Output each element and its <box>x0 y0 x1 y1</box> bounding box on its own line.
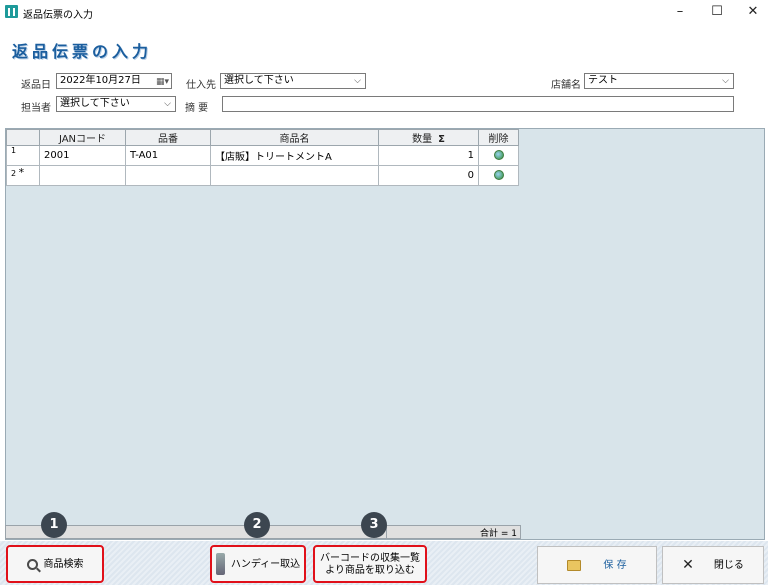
staff-value: 選択して下さい <box>60 98 130 109</box>
step-badge-1: 1 <box>41 512 67 538</box>
chevron-down-icon: ⌵ <box>722 76 729 86</box>
column-header-code[interactable]: 品番 <box>125 129 211 146</box>
staff-label: 担当者 <box>21 103 51 114</box>
store-value: テスト <box>588 75 618 86</box>
delete-row-icon[interactable] <box>493 170 504 180</box>
return-date-value: 2022年10月27日 <box>60 75 141 86</box>
jan-cell[interactable] <box>39 165 126 186</box>
table-row[interactable]: 1 2001 T-A01 【店販】トリートメントA 1 <box>6 145 519 166</box>
window-title: 返品伝票の入力 <box>23 10 93 21</box>
supplier-label: 仕入先 <box>186 80 216 91</box>
delete-row-icon[interactable] <box>493 150 504 160</box>
app-icon <box>5 5 18 18</box>
column-header-delete: 削除 <box>478 129 519 146</box>
close-button[interactable]: ✕ 閉じる <box>662 546 764 584</box>
step-badge-2: 2 <box>244 512 270 538</box>
table-header-row: JANコード 品番 商品名 数量 Σ 削除 <box>6 129 519 146</box>
column-header-qty[interactable]: 数量 Σ <box>378 129 479 146</box>
sigma-icon[interactable]: Σ <box>438 134 445 145</box>
quantity-cell[interactable]: 1 <box>378 145 479 166</box>
memo-input[interactable] <box>222 96 734 112</box>
maximize-button[interactable]: ☐ <box>702 3 732 21</box>
column-header-name[interactable]: 商品名 <box>210 129 379 146</box>
delete-cell[interactable] <box>478 145 519 166</box>
page-title: 返品伝票の入力 <box>12 42 153 61</box>
folder-icon <box>567 559 582 571</box>
step-badge-3: 3 <box>361 512 387 538</box>
close-window-button[interactable]: ✕ <box>738 3 768 21</box>
product-grid: JANコード 品番 商品名 数量 Σ 削除 1 2001 T-A01 【店販】トリ… <box>5 128 765 540</box>
quantity-cell[interactable]: 0 <box>378 165 479 186</box>
chevron-down-icon: ⌵ <box>164 99 171 109</box>
scanner-icon <box>215 553 225 575</box>
column-header-jan[interactable]: JANコード <box>39 129 126 146</box>
code-cell[interactable] <box>125 165 211 186</box>
row-number-header <box>6 129 40 146</box>
store-select[interactable]: テスト ⌵ <box>584 73 734 89</box>
new-row-icon: * <box>18 166 25 179</box>
supplier-select[interactable]: 選択して下さい ⌵ <box>220 73 366 89</box>
supplier-value: 選択して下さい <box>224 75 294 86</box>
product-table: JANコード 品番 商品名 数量 Σ 削除 1 2001 T-A01 【店販】トリ… <box>6 129 519 186</box>
row-number[interactable]: 2 * <box>6 165 40 186</box>
save-button[interactable]: 保 存 <box>537 546 657 584</box>
product-name-cell[interactable] <box>210 165 379 186</box>
minimize-button[interactable]: – <box>665 3 695 21</box>
delete-cell[interactable] <box>478 165 519 186</box>
code-cell[interactable]: T-A01 <box>125 145 211 166</box>
handy-import-button[interactable]: ハンディー取込 <box>210 545 306 583</box>
chevron-down-icon: ⌵ <box>354 76 361 86</box>
return-date-picker[interactable]: 2022年10月27日 ▦▾ <box>56 73 172 89</box>
return-date-label: 返品日 <box>21 80 51 91</box>
staff-select[interactable]: 選択して下さい ⌵ <box>56 96 176 112</box>
calendar-dropdown-icon[interactable]: ▦▾ <box>156 75 169 88</box>
barcode-list-import-button[interactable]: バーコードの収集一覧 より商品を取り込む <box>313 545 427 583</box>
memo-label: 摘 要 <box>185 103 209 114</box>
store-label: 店舗名 <box>551 80 581 91</box>
total-label: 合計 = 1 <box>386 526 520 539</box>
product-name-cell: 【店販】トリートメントA <box>210 145 379 166</box>
search-icon <box>26 558 38 570</box>
jan-cell[interactable]: 2001 <box>39 145 126 166</box>
close-icon: ✕ <box>682 556 694 573</box>
row-number[interactable]: 1 <box>6 145 40 166</box>
table-row[interactable]: 2 * 0 <box>6 165 519 186</box>
product-search-button[interactable]: 商品検索 <box>6 545 104 583</box>
title-bar: 返品伝票の入力 – ☐ ✕ <box>0 0 768 24</box>
